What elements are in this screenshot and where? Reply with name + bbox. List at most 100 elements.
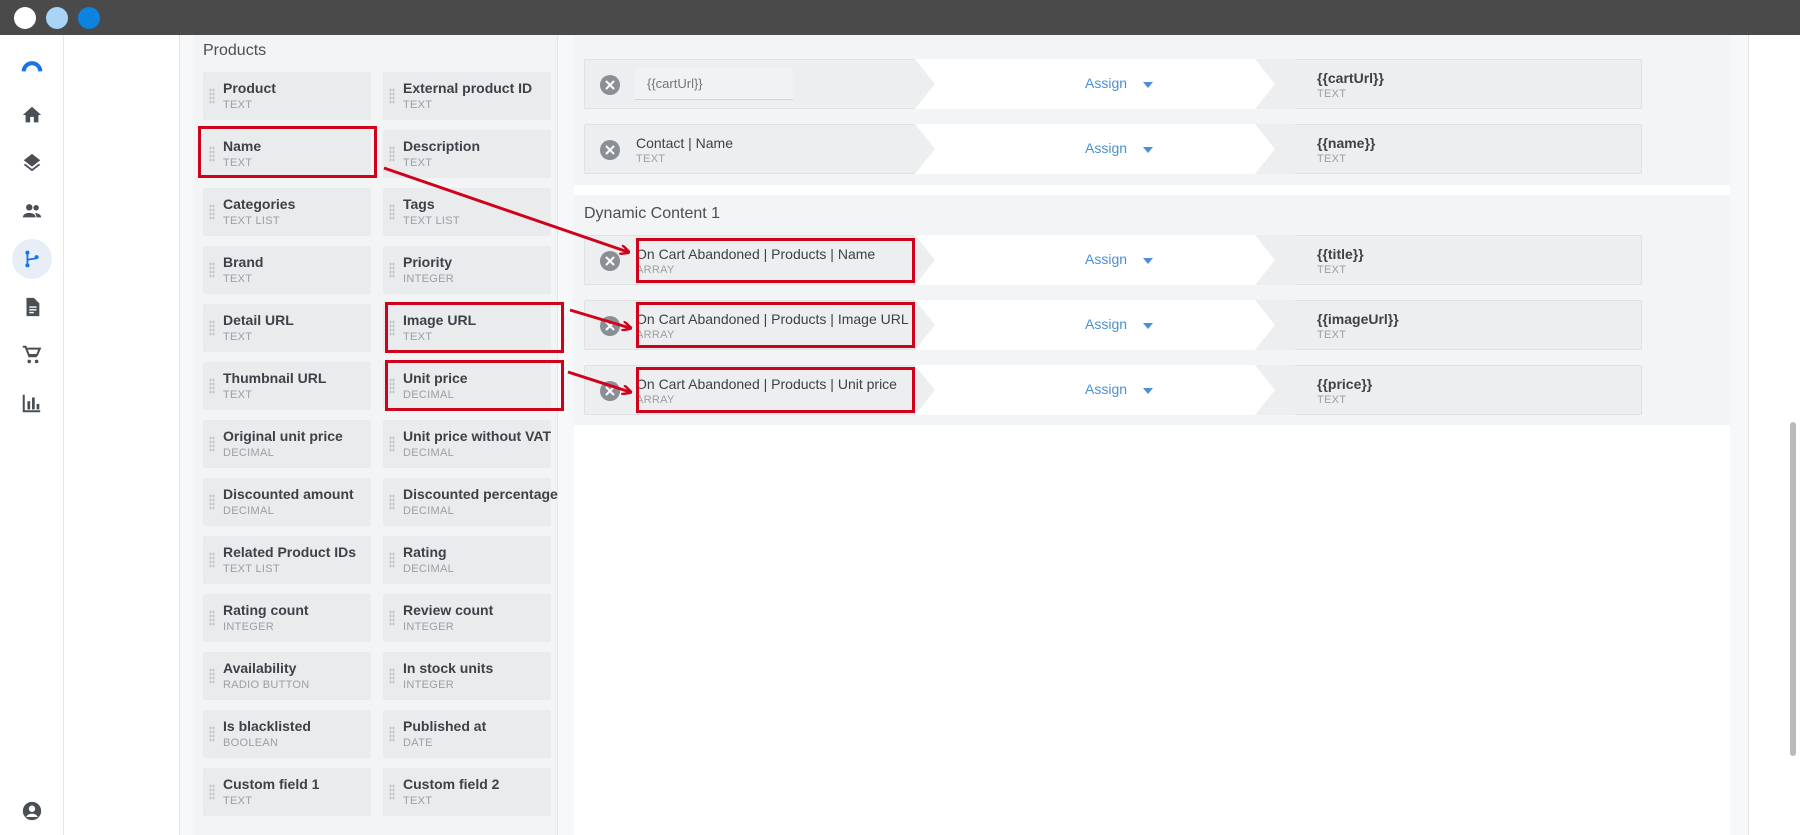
drag-handle-icon[interactable] xyxy=(209,320,215,336)
cart-icon[interactable] xyxy=(12,335,52,375)
drag-handle-icon[interactable] xyxy=(389,552,395,568)
product-field[interactable]: Rating count INTEGER xyxy=(203,594,371,642)
drag-handle-icon[interactable] xyxy=(209,204,215,220)
bar-chart-icon[interactable] xyxy=(12,383,52,423)
drag-handle-icon[interactable] xyxy=(389,88,395,104)
drag-handle-icon[interactable] xyxy=(209,378,215,394)
window-maximize-button[interactable] xyxy=(78,7,100,29)
field-name: Related Product IDs xyxy=(223,544,357,560)
product-field[interactable]: Detail URL TEXT xyxy=(203,304,371,352)
chevron-down-icon[interactable] xyxy=(1143,147,1153,153)
field-type: DECIMAL xyxy=(223,505,274,517)
mapping-panel: Assign {{cartUrl}} TEXT Contact | Name T… xyxy=(574,35,1730,835)
field-name: Tags xyxy=(403,196,435,212)
field-type: DECIMAL xyxy=(223,447,274,459)
drag-handle-icon[interactable] xyxy=(209,726,215,742)
product-field[interactable]: External product ID TEXT xyxy=(383,72,551,120)
product-field[interactable]: Related Product IDs TEXT LIST xyxy=(203,536,371,584)
product-field[interactable]: Tags TEXT LIST xyxy=(383,188,551,236)
drag-handle-icon[interactable] xyxy=(389,784,395,800)
drag-handle-icon[interactable] xyxy=(389,494,395,510)
product-field[interactable]: Original unit price DECIMAL xyxy=(203,420,371,468)
field-type: TEXT xyxy=(223,273,253,285)
field-type: TEXT LIST xyxy=(403,215,460,227)
window-minimize-button[interactable] xyxy=(46,7,68,29)
product-field[interactable]: Is blacklisted BOOLEAN xyxy=(203,710,371,758)
field-name: Published at xyxy=(403,718,487,734)
field-name: External product ID xyxy=(403,80,533,96)
drag-handle-icon[interactable] xyxy=(209,88,215,104)
product-field[interactable]: Discounted amount DECIMAL xyxy=(203,478,371,526)
assign-dropdown[interactable]: Assign xyxy=(1085,140,1127,156)
drag-handle-icon[interactable] xyxy=(389,204,395,220)
product-field[interactable]: Brand TEXT xyxy=(203,246,371,294)
product-field[interactable]: Discounted percentage DECIMAL xyxy=(383,478,558,526)
product-field[interactable]: Unit price without VAT DECIMAL xyxy=(383,420,551,468)
flow-icon[interactable] xyxy=(12,239,52,279)
drag-handle-icon[interactable] xyxy=(209,494,215,510)
document-icon[interactable] xyxy=(12,287,52,327)
field-type: TEXT xyxy=(223,795,253,807)
product-field[interactable]: Custom field 2 TEXT xyxy=(383,768,551,816)
annotation-box-unit-price-source xyxy=(636,367,915,413)
drag-handle-icon[interactable] xyxy=(209,262,215,278)
product-field[interactable]: Availability RADIO BUTTON xyxy=(203,652,371,700)
drag-handle-icon[interactable] xyxy=(209,436,215,452)
drag-handle-icon[interactable] xyxy=(209,610,215,626)
drag-handle-icon[interactable] xyxy=(389,436,395,452)
field-type: INTEGER xyxy=(403,273,454,285)
field-type: INTEGER xyxy=(223,621,274,633)
field-name: Detail URL xyxy=(223,312,294,328)
editor-canvas: Products Product TEXT External product ID T… xyxy=(179,35,1749,835)
drag-handle-icon[interactable] xyxy=(389,610,395,626)
drag-handle-icon[interactable] xyxy=(389,726,395,742)
account-icon[interactable] xyxy=(12,791,52,831)
drag-handle-icon[interactable] xyxy=(209,668,215,684)
product-field[interactable]: Description TEXT xyxy=(383,130,551,178)
chevron-down-icon[interactable] xyxy=(1143,388,1153,394)
assign-dropdown[interactable]: Assign xyxy=(1085,75,1127,91)
product-field[interactable]: Rating DECIMAL xyxy=(383,536,551,584)
remove-icon[interactable] xyxy=(600,75,620,95)
remove-icon[interactable] xyxy=(600,316,620,336)
remove-icon[interactable] xyxy=(600,140,620,160)
product-field[interactable]: Review count INTEGER xyxy=(383,594,551,642)
annotation-box-image-url-field xyxy=(385,302,564,353)
remove-icon[interactable] xyxy=(600,251,620,271)
target-variable: {{cartUrl}} xyxy=(1317,70,1384,86)
field-name: Review count xyxy=(403,602,494,618)
source-field: Contact | Name xyxy=(636,135,734,151)
target-type: TEXT xyxy=(1317,394,1347,406)
drag-handle-icon[interactable] xyxy=(209,784,215,800)
layers-icon[interactable] xyxy=(12,143,52,183)
product-field[interactable]: In stock units INTEGER xyxy=(383,652,551,700)
target-type: TEXT xyxy=(1317,329,1347,341)
source-input[interactable] xyxy=(635,68,793,100)
vertical-scrollbar[interactable] xyxy=(1790,422,1796,756)
product-field[interactable]: Categories TEXT LIST xyxy=(203,188,371,236)
assign-dropdown[interactable]: Assign xyxy=(1085,251,1127,267)
field-name: Discounted amount xyxy=(223,486,354,502)
product-field[interactable]: Thumbnail URL TEXT xyxy=(203,362,371,410)
chevron-down-icon[interactable] xyxy=(1143,323,1153,329)
home-icon[interactable] xyxy=(12,95,52,135)
logo-icon[interactable] xyxy=(12,45,52,85)
chevron-down-icon[interactable] xyxy=(1143,82,1153,88)
drag-handle-icon[interactable] xyxy=(389,262,395,278)
product-field[interactable]: Published at DATE xyxy=(383,710,551,758)
remove-icon[interactable] xyxy=(600,381,620,401)
chevron-down-icon[interactable] xyxy=(1143,258,1153,264)
target-variable: {{name}} xyxy=(1317,135,1376,151)
drag-handle-icon[interactable] xyxy=(389,146,395,162)
assign-dropdown[interactable]: Assign xyxy=(1085,381,1127,397)
people-icon[interactable] xyxy=(12,191,52,231)
window-close-button[interactable] xyxy=(14,7,36,29)
product-field[interactable]: Custom field 1 TEXT xyxy=(203,768,371,816)
product-field[interactable]: Priority INTEGER xyxy=(383,246,551,294)
assign-dropdown[interactable]: Assign xyxy=(1085,316,1127,332)
field-name: Custom field 2 xyxy=(403,776,500,792)
drag-handle-icon[interactable] xyxy=(209,552,215,568)
drag-handle-icon[interactable] xyxy=(389,668,395,684)
product-field[interactable]: Product TEXT xyxy=(203,72,371,120)
field-type: INTEGER xyxy=(403,679,454,691)
